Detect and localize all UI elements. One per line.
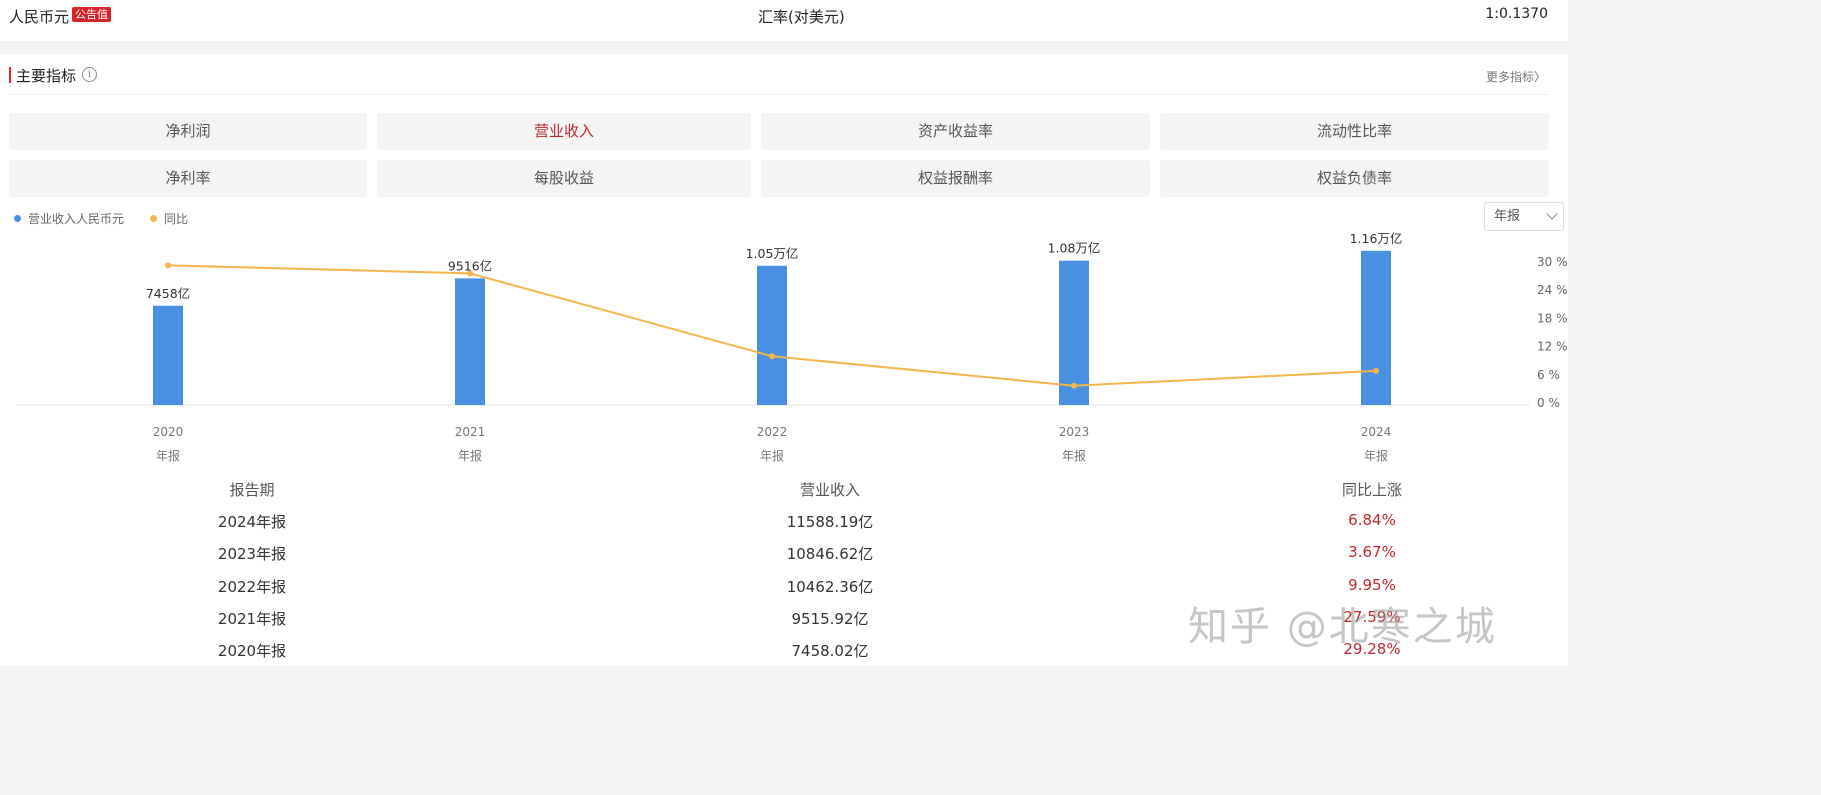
yoy-point-2024	[1373, 367, 1379, 374]
x-sublabel-2024: 年报	[1364, 448, 1388, 463]
bar-2022	[757, 265, 787, 405]
y-right-tick-1: 24 %	[1537, 283, 1568, 297]
y-right-tick-4: 6 %	[1537, 368, 1560, 382]
x-tick-2020: 2020	[153, 425, 184, 439]
x-sublabel-2023: 年报	[1062, 448, 1086, 463]
yoy-point-2023	[1071, 382, 1077, 389]
bar-2024	[1361, 250, 1391, 405]
bottom-strip	[0, 666, 1568, 683]
x-tick-2021: 2021	[455, 425, 486, 439]
bar-2021	[455, 278, 485, 405]
y-right-tick-0: 30 %	[1537, 255, 1568, 269]
x-tick-2022: 2022	[757, 425, 788, 439]
bar-label-2024: 1.16万亿	[1350, 231, 1403, 246]
x-sublabel-2022: 年报	[760, 448, 784, 463]
yoy-point-2020	[165, 262, 171, 269]
x-tick-2023: 2023	[1059, 425, 1090, 439]
x-tick-2024: 2024	[1361, 425, 1392, 439]
x-sublabel-2020: 年报	[156, 448, 180, 463]
revenue-chart: 7458亿9516亿1.05万亿 1.08万亿1.16万亿2020年报2021年报…	[16, 231, 1568, 463]
y-right-tick-2: 18 %	[1537, 311, 1568, 325]
x-sublabel-2021: 年报	[458, 448, 482, 463]
bar-label-2023: 1.08万亿	[1048, 241, 1101, 256]
bar-label-2020: 7458亿	[146, 286, 190, 301]
bar-2020	[153, 305, 183, 405]
yoy-point-2021	[467, 270, 473, 277]
yoy-point-2022	[769, 353, 775, 360]
y-right-tick-3: 12 %	[1537, 340, 1568, 354]
watermark: 知乎 @北寒之城	[1188, 604, 1497, 650]
bar-label-2022: 1.05万亿	[746, 246, 799, 261]
y-right-tick-5: 0 %	[1537, 396, 1560, 410]
